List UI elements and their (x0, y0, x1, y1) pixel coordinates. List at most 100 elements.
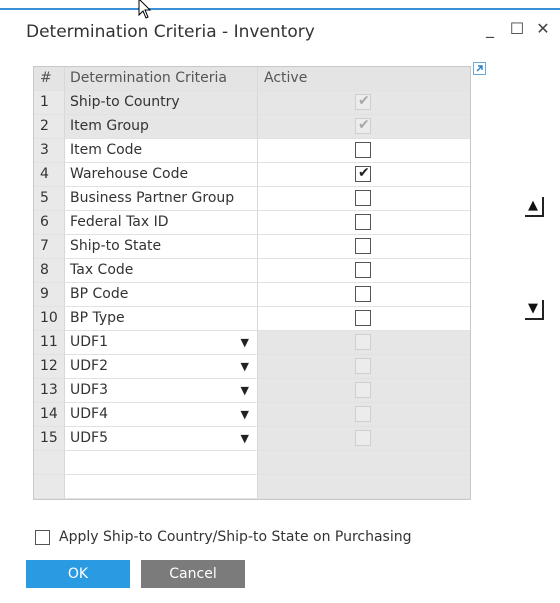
row-number: 13 (34, 379, 65, 403)
active-cell (258, 427, 470, 451)
criteria-label: Tax Code (70, 262, 134, 278)
table-row[interactable]: 6 Federal Tax ID (34, 211, 470, 235)
active-checkbox[interactable] (355, 214, 371, 230)
criteria-label: Ship-to Country (70, 94, 180, 110)
active-cell (258, 259, 470, 283)
row-number: 2 (34, 115, 65, 139)
empty-row[interactable] (34, 451, 470, 475)
criteria-label: UDF5 (70, 430, 108, 446)
table-row[interactable]: 11 UDF1 ▼ (34, 331, 470, 355)
empty-cell (34, 451, 65, 475)
active-cell: ✔ (258, 163, 470, 187)
maximize-button[interactable]: ☐ (507, 18, 527, 40)
row-number: 10 (34, 307, 65, 331)
title-bar: Determination Criteria - Inventory _ ☐ ✕ (0, 10, 560, 52)
window-top-border (0, 0, 560, 10)
criteria-dropdown[interactable]: UDF2 ▼ (65, 355, 258, 379)
table-header-row: # Determination Criteria Active (34, 67, 470, 91)
table-row[interactable]: 12 UDF2 ▼ (34, 355, 470, 379)
table-row[interactable]: 14 UDF4 ▼ (34, 403, 470, 427)
criteria-label: Ship-to State (70, 238, 162, 254)
active-checkbox[interactable] (355, 286, 371, 302)
table-row[interactable]: 2 Item Group ✔ (34, 115, 470, 139)
criteria-label: UDF4 (70, 406, 108, 422)
criteria-label: Item Group (70, 118, 149, 134)
active-cell: ✔ (258, 91, 470, 115)
row-number: 15 (34, 427, 65, 451)
table-row[interactable]: 5 Business Partner Group (34, 187, 470, 211)
move-up-button[interactable]: ▲ (522, 195, 546, 217)
apply-purchasing-checkbox[interactable] (35, 530, 50, 545)
active-checkbox[interactable] (355, 238, 371, 254)
header-active[interactable]: Active (258, 67, 470, 91)
empty-cell (258, 475, 470, 499)
dropdown-arrow-icon[interactable]: ▼ (241, 427, 249, 450)
active-checkbox (355, 430, 371, 446)
active-cell (258, 283, 470, 307)
criteria-name: Item Code (65, 139, 258, 163)
active-cell (258, 331, 470, 355)
active-checkbox[interactable] (355, 142, 371, 158)
active-cell (258, 211, 470, 235)
criteria-dropdown[interactable]: UDF4 ▼ (65, 403, 258, 427)
row-number: 4 (34, 163, 65, 187)
criteria-dropdown[interactable]: UDF1 ▼ (65, 331, 258, 355)
row-number: 12 (34, 355, 65, 379)
criteria-label: Business Partner Group (70, 190, 235, 206)
dropdown-arrow-icon[interactable]: ▼ (241, 403, 249, 426)
active-cell: ✔ (258, 115, 470, 139)
criteria-label: Federal Tax ID (70, 214, 169, 230)
criteria-name: BP Code (65, 283, 258, 307)
criteria-dropdown[interactable]: UDF3 ▼ (65, 379, 258, 403)
table-row[interactable]: 3 Item Code (34, 139, 470, 163)
criteria-dropdown[interactable]: UDF5 ▼ (65, 427, 258, 451)
table-row[interactable]: 7 Ship-to State (34, 235, 470, 259)
criteria-name: BP Type (65, 307, 258, 331)
expand-table-icon[interactable] (473, 62, 486, 75)
row-number: 6 (34, 211, 65, 235)
criteria-label: Warehouse Code (70, 166, 189, 182)
table-row[interactable]: 4 Warehouse Code ✔ (34, 163, 470, 187)
move-down-button[interactable]: ▼ (522, 298, 546, 320)
empty-cell (258, 451, 470, 475)
table-row[interactable]: 15 UDF5 ▼ (34, 427, 470, 451)
table-row[interactable]: 13 UDF3 ▼ (34, 379, 470, 403)
criteria-name: Item Group (65, 115, 258, 139)
criteria-label: UDF3 (70, 382, 108, 398)
criteria-label: BP Type (70, 310, 125, 326)
active-cell (258, 307, 470, 331)
dropdown-arrow-icon[interactable]: ▼ (241, 379, 249, 402)
close-button[interactable]: ✕ (533, 18, 553, 40)
criteria-name: Tax Code (65, 259, 258, 283)
table-row[interactable]: 9 BP Code (34, 283, 470, 307)
header-number[interactable]: # (34, 67, 65, 91)
empty-cell (65, 451, 258, 475)
table-row[interactable]: 8 Tax Code (34, 259, 470, 283)
active-cell (258, 379, 470, 403)
minimize-button[interactable]: _ (480, 18, 500, 40)
row-number: 14 (34, 403, 65, 427)
criteria-name: Ship-to State (65, 235, 258, 259)
header-criteria[interactable]: Determination Criteria (65, 67, 258, 91)
active-checkbox[interactable] (355, 190, 371, 206)
active-checkbox[interactable]: ✔ (355, 165, 371, 182)
dropdown-arrow-icon[interactable]: ▼ (241, 331, 249, 354)
row-number: 9 (34, 283, 65, 307)
table-row[interactable]: 1 Ship-to Country ✔ (34, 91, 470, 115)
checkmark-icon: ✔ (358, 93, 370, 109)
mouse-cursor-icon (138, 0, 152, 19)
active-checkbox[interactable] (355, 310, 371, 326)
ok-button[interactable]: OK (26, 560, 130, 588)
empty-row[interactable] (34, 475, 470, 499)
criteria-table: # Determination Criteria Active 1 Ship-to… (33, 66, 471, 500)
active-checkbox[interactable] (355, 262, 371, 278)
active-checkbox (355, 382, 371, 398)
checkmark-icon: ✔ (358, 117, 370, 133)
active-checkbox: ✔ (355, 93, 371, 110)
row-number: 8 (34, 259, 65, 283)
table-row[interactable]: 10 BP Type (34, 307, 470, 331)
cancel-button[interactable]: Cancel (141, 560, 245, 588)
apply-purchasing-label[interactable]: Apply Ship-to Country/Ship-to State on P… (59, 529, 412, 545)
dropdown-arrow-icon[interactable]: ▼ (241, 355, 249, 378)
window-title: Determination Criteria - Inventory (26, 22, 315, 42)
